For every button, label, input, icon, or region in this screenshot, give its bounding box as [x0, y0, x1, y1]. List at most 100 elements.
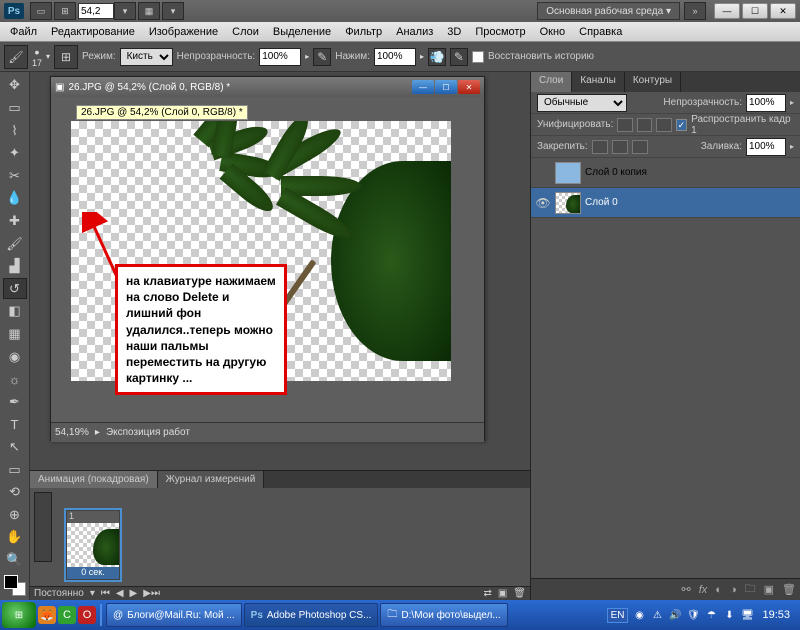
menu-filter[interactable]: Фильтр [339, 24, 388, 40]
menu-layers[interactable]: Слои [226, 24, 265, 40]
brush-size[interactable]: 17 [32, 59, 42, 68]
tool-preset-icon[interactable]: 🖌 [4, 45, 28, 69]
menu-help[interactable]: Справка [573, 24, 628, 40]
crop-tool[interactable]: ✂ [3, 165, 27, 186]
ql-opera-icon[interactable]: O [78, 606, 96, 624]
visibility-toggle[interactable] [535, 165, 551, 181]
heal-tool[interactable]: ✚ [3, 211, 27, 232]
mask-icon[interactable]: ◐ [715, 584, 722, 596]
anim-frame-1[interactable]: 1 0 сек. [64, 508, 122, 582]
mode-select[interactable]: Кисть [120, 48, 173, 66]
type-tool[interactable]: T [3, 414, 27, 435]
workspace-dropdown[interactable]: Основная рабочая среда ▾ [537, 2, 680, 20]
minimize-button[interactable]: — [714, 3, 740, 19]
ql-firefox-icon[interactable]: 🦊 [38, 606, 56, 624]
anim-next-icon[interactable]: ▶⏭ [143, 588, 160, 599]
titlebar-tool-4[interactable]: ▦ [138, 2, 160, 20]
anim-delete-icon[interactable]: 🗑 [513, 588, 526, 599]
eraser-tool[interactable]: ◧ [3, 301, 27, 322]
3d-tool[interactable]: ⟲ [3, 482, 27, 503]
taskbar-item-1[interactable]: @Блоги@Mail.Ru: Мой ... [106, 603, 242, 627]
tab-paths[interactable]: Контуры [625, 72, 681, 92]
lasso-tool[interactable]: ⌇ [3, 120, 27, 141]
close-button[interactable]: ✕ [770, 3, 796, 19]
tab-channels[interactable]: Каналы [572, 72, 625, 92]
document-titlebar[interactable]: ▣ 26.JPG @ 54,2% (Слой 0, RGB/8) * — ☐ ✕ [51, 77, 484, 97]
doc-maximize-button[interactable]: ☐ [435, 80, 457, 94]
gradient-tool[interactable]: ▦ [3, 324, 27, 345]
anim-new-frame-icon[interactable]: ▣ [498, 588, 507, 599]
shape-tool[interactable]: ▭ [3, 459, 27, 480]
frame-duration[interactable]: 0 сек. [67, 567, 119, 579]
tray-icon[interactable]: 🛡 [686, 608, 700, 622]
color-swatches[interactable] [4, 575, 26, 595]
unify-style-icon[interactable] [656, 118, 671, 132]
menu-edit[interactable]: Редактирование [45, 24, 141, 40]
fill-input[interactable] [746, 138, 786, 156]
menu-window[interactable]: Окно [534, 24, 572, 40]
tray-icon[interactable]: ⬇ [722, 608, 736, 622]
flow-input[interactable] [374, 48, 416, 66]
taskbar-item-3[interactable]: 🗀D:\Мои фото\выдел... [380, 603, 507, 627]
menu-image[interactable]: Изображение [143, 24, 224, 40]
layer-row-copy[interactable]: Слой 0 копия [531, 158, 800, 188]
start-button[interactable]: ⊞ [2, 602, 36, 628]
lock-pixels-icon[interactable] [592, 140, 608, 154]
airbrush-icon[interactable]: 💨 [428, 48, 446, 66]
tab-measurement-log[interactable]: Журнал измерений [158, 471, 265, 488]
path-tool[interactable]: ↖ [3, 437, 27, 458]
link-layers-icon[interactable]: ⚯ [682, 583, 691, 596]
group-icon[interactable]: 🗀 [745, 580, 756, 599]
lock-all-icon[interactable] [632, 140, 648, 154]
hand-tool[interactable]: ✋ [3, 527, 27, 548]
dodge-tool[interactable]: ☼ [3, 369, 27, 390]
titlebar-tool-1[interactable]: ▭ [30, 2, 52, 20]
eyedropper-tool[interactable]: 💧 [3, 188, 27, 209]
tray-icon[interactable]: 🔊 [668, 608, 682, 622]
propagate-checkbox[interactable]: ✓ [676, 119, 688, 131]
delete-layer-icon[interactable]: 🗑 [782, 583, 796, 596]
wand-tool[interactable]: ✦ [3, 143, 27, 164]
fx-icon[interactable]: fx [699, 584, 708, 596]
blur-tool[interactable]: ◉ [3, 346, 27, 367]
tab-layers[interactable]: Слои [531, 72, 572, 92]
marquee-tool[interactable]: ▭ [3, 98, 27, 119]
doc-minimize-button[interactable]: — [412, 80, 434, 94]
unify-position-icon[interactable] [617, 118, 632, 132]
taskbar-clock[interactable]: 19:53 [758, 609, 794, 621]
history-brush-tool[interactable]: ↺ [3, 278, 27, 299]
menu-file[interactable]: Файл [4, 24, 43, 40]
anim-tween-icon[interactable]: ⇄ [483, 588, 491, 599]
3d-camera-tool[interactable]: ⊕ [3, 505, 27, 526]
doc-close-button[interactable]: ✕ [458, 80, 480, 94]
pressure-size-icon[interactable]: ✎ [450, 48, 468, 66]
titlebar-tool-2[interactable]: ⊞ [54, 2, 76, 20]
tray-icon[interactable]: 🖥 [740, 608, 754, 622]
maximize-button[interactable]: ☐ [742, 3, 768, 19]
brush-panel-icon[interactable]: ⊞ [54, 45, 78, 69]
zoom-input[interactable] [78, 3, 114, 19]
layer-row-0[interactable]: 👁 Слой 0 [531, 188, 800, 218]
unify-visibility-icon[interactable] [637, 118, 652, 132]
stamp-tool[interactable]: ▟ [3, 256, 27, 277]
menu-analysis[interactable]: Анализ [390, 24, 439, 40]
lock-position-icon[interactable] [612, 140, 628, 154]
anim-side-controls[interactable] [34, 492, 52, 562]
tray-icon[interactable]: ⚠ [650, 608, 664, 622]
titlebar-tool-3[interactable]: ▾ [114, 2, 136, 20]
pen-tool[interactable]: ✒ [3, 392, 27, 413]
blend-mode-select[interactable]: Обычные [537, 94, 627, 112]
anim-play-icon[interactable]: ▶ [130, 588, 138, 599]
taskbar-item-2[interactable]: PsAdobe Photoshop CS... [244, 603, 379, 627]
tab-animation[interactable]: Анимация (покадровая) [30, 471, 158, 488]
tray-icon[interactable]: ☂ [704, 608, 718, 622]
zoom-tool[interactable]: 🔍 [3, 550, 27, 571]
menu-3d[interactable]: 3D [441, 24, 467, 40]
brush-tool[interactable]: 🖌 [3, 233, 27, 254]
menu-view[interactable]: Просмотр [469, 24, 531, 40]
loop-selector[interactable]: Постоянно [34, 588, 84, 599]
layer-opacity-input[interactable] [746, 94, 786, 112]
status-zoom[interactable]: 54,19% [55, 427, 89, 438]
menu-select[interactable]: Выделение [267, 24, 337, 40]
ql-app-icon[interactable]: C [58, 606, 76, 624]
